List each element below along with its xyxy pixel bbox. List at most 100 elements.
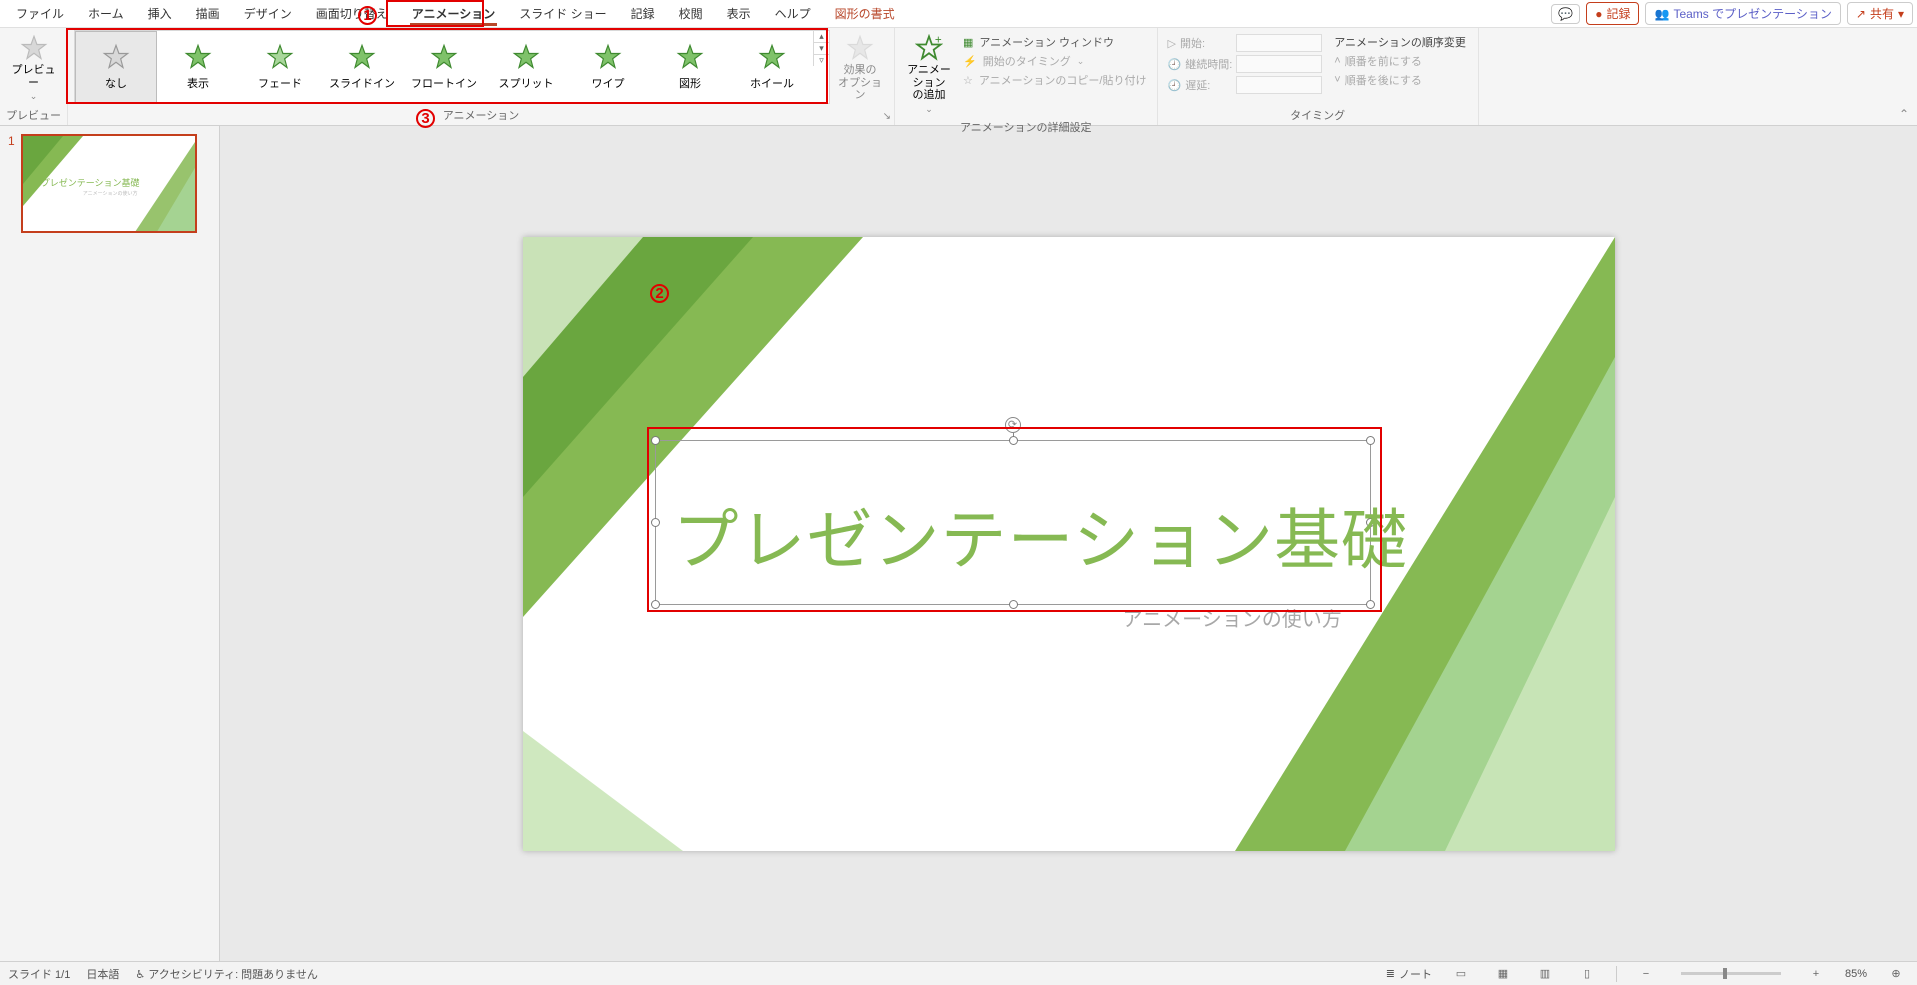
move-later-button[interactable]: ˅ 順番を後にする	[1334, 72, 1466, 88]
play-icon: ▷	[1168, 37, 1176, 50]
start-label: ▷開始:	[1168, 35, 1233, 51]
fit-window-button[interactable]: ⊕	[1883, 965, 1909, 983]
tab-design[interactable]: デザイン	[232, 1, 304, 26]
annotation-box-2	[647, 427, 1382, 612]
share-button[interactable]: ↗ 共有 ▾	[1847, 2, 1913, 25]
notes-label: ノート	[1399, 966, 1432, 982]
star-icon	[846, 34, 874, 62]
annotation-box-3	[66, 28, 828, 104]
star-icon: ☆	[963, 74, 973, 87]
notes-icon: ≣	[1386, 967, 1395, 980]
clock-icon: 🕘	[1168, 79, 1182, 92]
thumbnail-wrap: 1 プレゼンテーション基礎 アニメーションの使い方	[8, 134, 211, 233]
ribbon-group-timing: ▷開始: 🕘継続時間: 🕘遅延: アニメーションの順序変更 ˄ 順番を前にする ˅…	[1158, 28, 1479, 125]
share-label: 共有	[1870, 5, 1894, 22]
tab-home[interactable]: ホーム	[76, 1, 136, 26]
slide-thumbnail-1[interactable]: プレゼンテーション基礎 アニメーションの使い方	[21, 134, 197, 233]
timing-grid: ▷開始: 🕘継続時間: 🕘遅延:	[1164, 30, 1327, 98]
tab-review[interactable]: 校閲	[667, 1, 715, 26]
tab-record[interactable]: 記録	[619, 1, 667, 26]
tab-draw[interactable]: 描画	[184, 1, 232, 26]
ribbon-group-animation: なし 表示 フェード スライドイン フロートイン	[68, 28, 895, 125]
group-label-timing: タイミング	[1164, 107, 1472, 125]
trigger-label: 開始のタイミング	[983, 53, 1071, 69]
delay-input[interactable]	[1236, 76, 1322, 94]
effect-options-button[interactable]: 効果の オプション	[832, 30, 888, 106]
earlier-label: 順番を前にする	[1345, 53, 1422, 69]
annotation-box-1	[386, 0, 484, 27]
view-reading-button[interactable]: ▥	[1532, 965, 1558, 983]
teams-present-button[interactable]: 👥 Teams でプレゼンテーション	[1645, 2, 1840, 25]
tab-file[interactable]: ファイル	[4, 1, 76, 26]
animation-pane-button[interactable]: ▦ アニメーション ウィンドウ	[963, 34, 1147, 50]
zoom-knob[interactable]	[1723, 968, 1727, 979]
move-earlier-button[interactable]: ˄ 順番を前にする	[1334, 53, 1466, 69]
status-lang[interactable]: 日本語	[86, 966, 119, 982]
star-icon	[20, 34, 48, 62]
add-animation-button[interactable]: + アニメーション の追加 ⌄	[901, 30, 957, 119]
animation-painter-button[interactable]: ☆ アニメーションのコピー/貼り付け	[963, 72, 1147, 88]
animation-dialog-launcher[interactable]: ↘	[883, 111, 891, 122]
main-area: 1 プレゼンテーション基礎 アニメーションの使い方	[0, 126, 1917, 961]
painter-label: アニメーションのコピー/貼り付け	[979, 72, 1147, 88]
pane-icon: ▦	[963, 36, 973, 49]
zoom-out-button[interactable]: −	[1633, 965, 1659, 983]
ribbon-group-preview: プレビュー ⌄ プレビュー	[0, 28, 68, 125]
group-label-animation: アニメーション	[74, 107, 888, 125]
thumbnail-pane: 1 プレゼンテーション基礎 アニメーションの使い方	[0, 126, 220, 961]
duration-input[interactable]	[1236, 55, 1322, 73]
annotation-number-1: 1	[358, 6, 377, 25]
slide-area: ⟳ プレゼンテーション基礎 アニメーションの使い方 2	[220, 126, 1917, 961]
teams-label: Teams でプレゼンテーション	[1673, 5, 1831, 22]
view-normal-button[interactable]: ▭	[1448, 965, 1474, 983]
status-bar: スライド 1/1 日本語 ♿︎ アクセシビリティ: 問題ありません ≣ ノート ▭…	[0, 961, 1917, 985]
zoom-in-button[interactable]: +	[1803, 965, 1829, 983]
down-icon: ˅	[1334, 74, 1340, 86]
preview-button[interactable]: プレビュー ⌄	[6, 30, 61, 106]
ribbon: プレビュー ⌄ プレビュー なし 表示 フェード	[0, 28, 1917, 126]
deco-bottom-left	[523, 731, 683, 851]
a11y-icon: ♿︎	[135, 969, 148, 981]
tab-shape-format[interactable]: 図形の書式	[823, 1, 907, 26]
thumb-sub: アニメーションの使い方	[83, 190, 138, 197]
view-slideshow-button[interactable]: ▯	[1574, 965, 1600, 983]
group-label-preview: プレビュー	[6, 107, 61, 125]
notes-button[interactable]: ≣ ノート	[1386, 966, 1432, 982]
animation-pane-label: アニメーション ウィンドウ	[979, 34, 1114, 50]
status-a11y[interactable]: ♿︎ アクセシビリティ: 問題ありません	[135, 966, 318, 982]
reorder-header: アニメーションの順序変更	[1334, 34, 1466, 50]
advanced-column: ▦アニメーション ウィンドウ ⚡開始のタイミング ⌄ ☆アニメーションのコピー/…	[959, 30, 1151, 92]
star-plus-icon: +	[915, 34, 943, 62]
zoom-value[interactable]: 85%	[1845, 968, 1867, 980]
up-icon: ˄	[1334, 55, 1340, 67]
svg-text:+: +	[935, 34, 942, 46]
lightning-icon: ⚡	[963, 55, 977, 68]
clock-icon: 🕘	[1168, 58, 1182, 71]
effect-options-label: 効果の オプション	[834, 64, 886, 102]
a11y-label: アクセシビリティ: 問題ありません	[148, 969, 318, 981]
record-label: 記録	[1606, 5, 1630, 22]
tab-slideshow[interactable]: スライド ショー	[507, 1, 618, 26]
tab-view[interactable]: 表示	[715, 1, 763, 26]
add-animation-label: アニメーション の追加	[903, 64, 955, 102]
record-button[interactable]: ● 記録	[1586, 2, 1639, 25]
later-label: 順番を後にする	[1345, 72, 1422, 88]
thumb-title: プレゼンテーション基礎	[41, 176, 140, 189]
menu-bar: ファイル ホーム 挿入 描画 デザイン 画面切り替え アニメーション スライド …	[0, 0, 1917, 28]
trigger-button[interactable]: ⚡開始のタイミング ⌄	[963, 53, 1147, 69]
tab-help[interactable]: ヘルプ	[763, 1, 823, 26]
ribbon-group-advanced: + アニメーション の追加 ⌄ ▦ アニメーション ウィンドウ ⚡ 開始のタイミング…	[895, 28, 1158, 125]
annotation-number-2: 2	[650, 284, 669, 303]
view-sorter-button[interactable]: ▦	[1490, 965, 1516, 983]
duration-label: 🕘継続時間:	[1168, 56, 1233, 72]
status-slide: スライド 1/1	[8, 966, 70, 982]
comments-button[interactable]: 💬	[1551, 4, 1580, 24]
collapse-ribbon-button[interactable]: ⌃	[1899, 107, 1909, 121]
delay-label: 🕘遅延:	[1168, 77, 1233, 93]
thumbnail-number: 1	[8, 134, 15, 233]
start-input[interactable]	[1236, 34, 1322, 52]
reorder-column: アニメーションの順序変更 ˄ 順番を前にする ˅ 順番を後にする	[1328, 30, 1472, 92]
tab-insert[interactable]: 挿入	[136, 1, 184, 26]
slide-canvas[interactable]: ⟳ プレゼンテーション基礎 アニメーションの使い方	[523, 237, 1615, 851]
zoom-slider[interactable]	[1681, 972, 1781, 975]
